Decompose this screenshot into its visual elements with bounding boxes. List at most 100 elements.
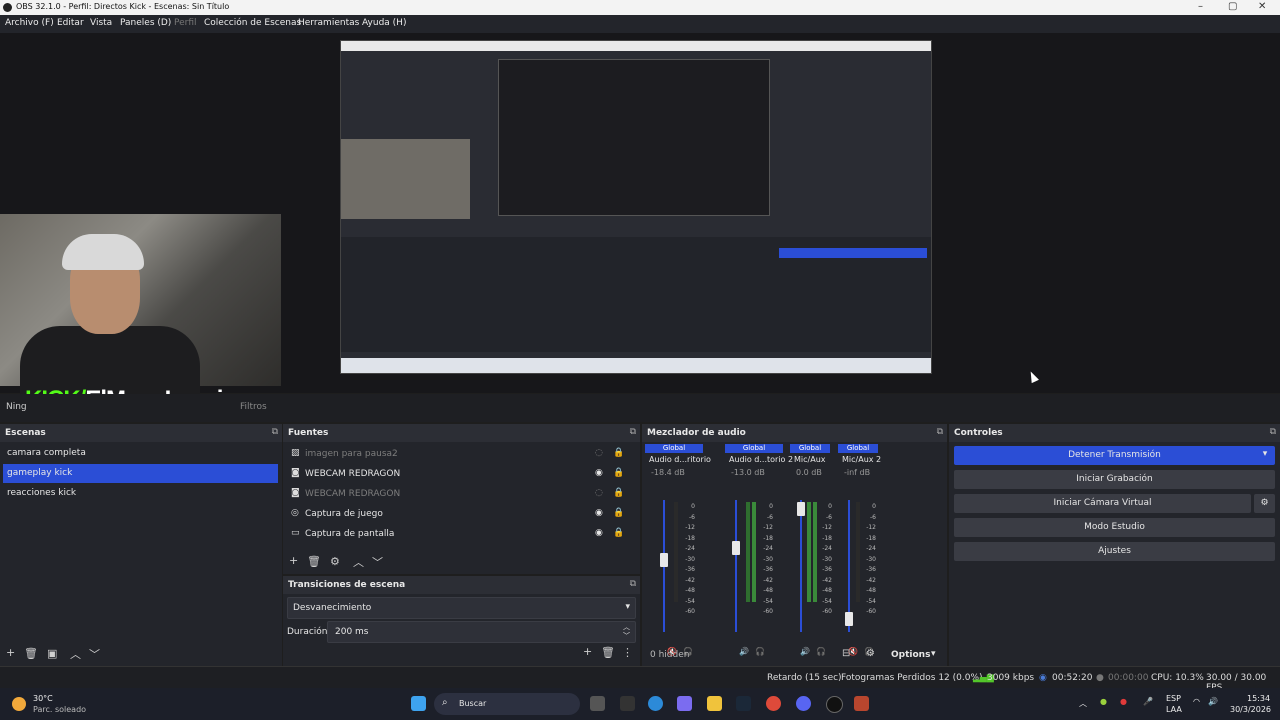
controls-dock: Controles ⧉ Detener Transmisión ▾ Iniciar… — [949, 424, 1280, 666]
source-item[interactable]: ◙ WEBCAM REDRAGON ◌ 🔒 — [283, 484, 624, 504]
menu-vista[interactable]: Vista — [90, 18, 112, 28]
dock-popout-icon[interactable]: ⧉ — [1270, 427, 1276, 437]
add-source-button[interactable]: + — [289, 554, 298, 567]
duration-label: Duración — [287, 627, 328, 637]
scene-filters-icon[interactable]: ▣ — [47, 647, 57, 660]
visibility-on-icon[interactable]: ◉ — [595, 528, 603, 538]
dock-popout-icon[interactable]: ⧉ — [937, 427, 943, 437]
language-code[interactable]: ESP — [1166, 694, 1181, 703]
stop-stream-button[interactable]: Detener Transmisión ▾ — [954, 446, 1275, 465]
volume-fader-knob[interactable] — [732, 541, 740, 556]
remove-scene-icon[interactable]: 🗑 — [24, 647, 38, 660]
task-view-icon[interactable] — [590, 696, 605, 711]
dock-popout-icon[interactable]: ⧉ — [272, 427, 278, 437]
lock-icon[interactable]: 🔒 — [613, 508, 624, 518]
virtual-camera-settings-icon[interactable]: ⚙ — [1254, 494, 1275, 513]
hidden-count[interactable]: 0 hidden — [650, 650, 689, 660]
lock-icon[interactable]: 🔒 — [613, 488, 624, 498]
delay-status: Retardo (15 sec) — [767, 673, 842, 683]
file-explorer-icon[interactable] — [707, 696, 722, 711]
speaker-icon[interactable]: 🔊 — [800, 647, 810, 656]
start-virtual-camera-button[interactable]: Iniciar Cámara Virtual — [954, 494, 1251, 513]
add-transition-button[interactable]: + — [583, 645, 592, 658]
weather-icon[interactable] — [12, 697, 26, 711]
language-region[interactable]: LAA — [1166, 705, 1182, 714]
steam-icon[interactable] — [736, 696, 751, 711]
mixer-settings-icon[interactable]: ⚙ — [866, 648, 875, 659]
speaker-icon[interactable]: 🔊 — [739, 647, 749, 656]
headphone-icon[interactable]: 🎧 — [755, 647, 765, 656]
source-item[interactable]: ▨ imagen para pausa2 ◌ 🔒 — [283, 444, 624, 464]
source-item[interactable]: ◙ WEBCAM REDRAGON ◉ 🔒 — [283, 464, 624, 484]
transitions-dock: Transiciones de escena ⧉ Desvanecimiento … — [283, 576, 640, 666]
gamepad-icon: ◎ — [291, 508, 299, 518]
edge-icon[interactable] — [648, 696, 663, 711]
app-icon[interactable] — [854, 696, 869, 711]
remove-source-icon[interactable]: 🗑 — [307, 555, 321, 568]
scene-item[interactable]: reacciones kick — [3, 484, 278, 503]
visibility-on-icon[interactable]: ◉ — [595, 508, 603, 518]
taskbar-search-box[interactable]: ⌕ Buscar — [434, 693, 580, 715]
tray-record-icon[interactable]: ● — [1120, 697, 1127, 706]
maximize-button[interactable]: ▢ — [1228, 1, 1237, 12]
volume-fader-knob[interactable] — [660, 553, 668, 568]
stepper-down-icon[interactable]: ﹀ — [623, 631, 630, 641]
tray-overflow-icon[interactable]: ︿ — [1079, 698, 1087, 709]
visibility-off-icon[interactable]: ◌ — [595, 448, 603, 458]
wifi-icon[interactable]: ◠ — [1193, 697, 1200, 706]
remove-transition-icon[interactable]: 🗑 — [601, 646, 615, 659]
menu-perfil[interactable]: Perfil — [174, 18, 197, 28]
obs-taskbar-icon[interactable] — [826, 696, 843, 713]
more-options-icon[interactable]: ⋮ — [622, 646, 633, 659]
scene-item[interactable]: camara completa — [3, 444, 278, 463]
menu-paneles[interactable]: Paneles (D) — [120, 18, 171, 28]
discord-icon[interactable] — [796, 696, 811, 711]
copilot-icon[interactable] — [677, 696, 692, 711]
lock-icon[interactable]: 🔒 — [613, 468, 624, 478]
menu-editar[interactable]: Editar — [57, 18, 84, 28]
add-scene-button[interactable]: + — [6, 646, 15, 659]
microphone-icon[interactable]: 🎤 — [1143, 697, 1153, 706]
source-properties-gear-icon[interactable]: ⚙ — [330, 555, 340, 568]
scene-item-selected[interactable]: gameplay kick — [3, 464, 278, 483]
move-up-icon[interactable]: ︿ — [70, 646, 81, 662]
close-button[interactable]: ✕ — [1258, 1, 1266, 12]
headphone-icon[interactable]: 🎧 — [816, 647, 826, 656]
epic-games-icon[interactable] — [620, 696, 635, 711]
duration-field[interactable]: 200 ms ︿ ﹀ — [327, 621, 636, 643]
chrome-icon[interactable] — [766, 696, 781, 711]
mixer-layout-icon[interactable]: ⊟ — [842, 648, 850, 659]
transition-select[interactable]: Desvanecimiento ▾ — [287, 597, 636, 619]
start-recording-button[interactable]: Iniciar Grabación — [954, 470, 1275, 489]
volume-fader-knob[interactable] — [797, 502, 805, 517]
settings-button[interactable]: Ajustes — [954, 542, 1275, 561]
studio-mode-button[interactable]: Modo Estudio — [954, 518, 1275, 537]
filters-button[interactable]: Filtros — [240, 402, 267, 412]
move-down-icon[interactable]: ﹀ — [372, 554, 383, 570]
lock-icon[interactable]: 🔒 — [613, 528, 624, 538]
scenes-dock: Escenas ⧉ camara completa gameplay kick r… — [0, 424, 282, 666]
visibility-on-icon[interactable]: ◉ — [595, 468, 603, 478]
menu-herramientas[interactable]: Herramientas — [298, 18, 359, 28]
tray-app-icon[interactable]: ● — [1100, 697, 1107, 706]
source-item[interactable]: ◎ Captura de juego ◉ 🔒 — [283, 504, 624, 524]
clock-date[interactable]: 30/3/2026 — [1230, 705, 1271, 714]
minimize-button[interactable]: – — [1198, 1, 1203, 12]
windows-start-icon[interactable] — [411, 696, 426, 711]
volume-icon[interactable]: 🔊 — [1208, 697, 1218, 706]
source-item[interactable]: ▭ Captura de pantalla ◉ 🔒 — [283, 524, 624, 544]
audio-mixer-dock: Mezclador de audio ⧉ Global Audio d...rit… — [642, 424, 947, 666]
menu-ayuda[interactable]: Ayuda (H) — [362, 18, 406, 28]
menu-archivo[interactable]: Archivo (F) — [5, 18, 54, 28]
clock-time[interactable]: 15:34 — [1247, 694, 1270, 703]
move-down-icon[interactable]: ﹀ — [89, 646, 100, 662]
lock-icon[interactable]: 🔒 — [613, 448, 624, 458]
move-up-icon[interactable]: ︿ — [353, 554, 364, 570]
chevron-down-icon[interactable]: ▾ — [1260, 449, 1270, 459]
mixer-options-button[interactable]: Options — [891, 650, 930, 660]
dock-popout-icon[interactable]: ⧉ — [630, 579, 636, 589]
dock-popout-icon[interactable]: ⧉ — [630, 427, 636, 437]
visibility-off-icon[interactable]: ◌ — [595, 488, 603, 498]
menu-coleccion[interactable]: Colección de Escenas — [204, 18, 301, 28]
volume-fader-knob[interactable] — [845, 612, 853, 627]
